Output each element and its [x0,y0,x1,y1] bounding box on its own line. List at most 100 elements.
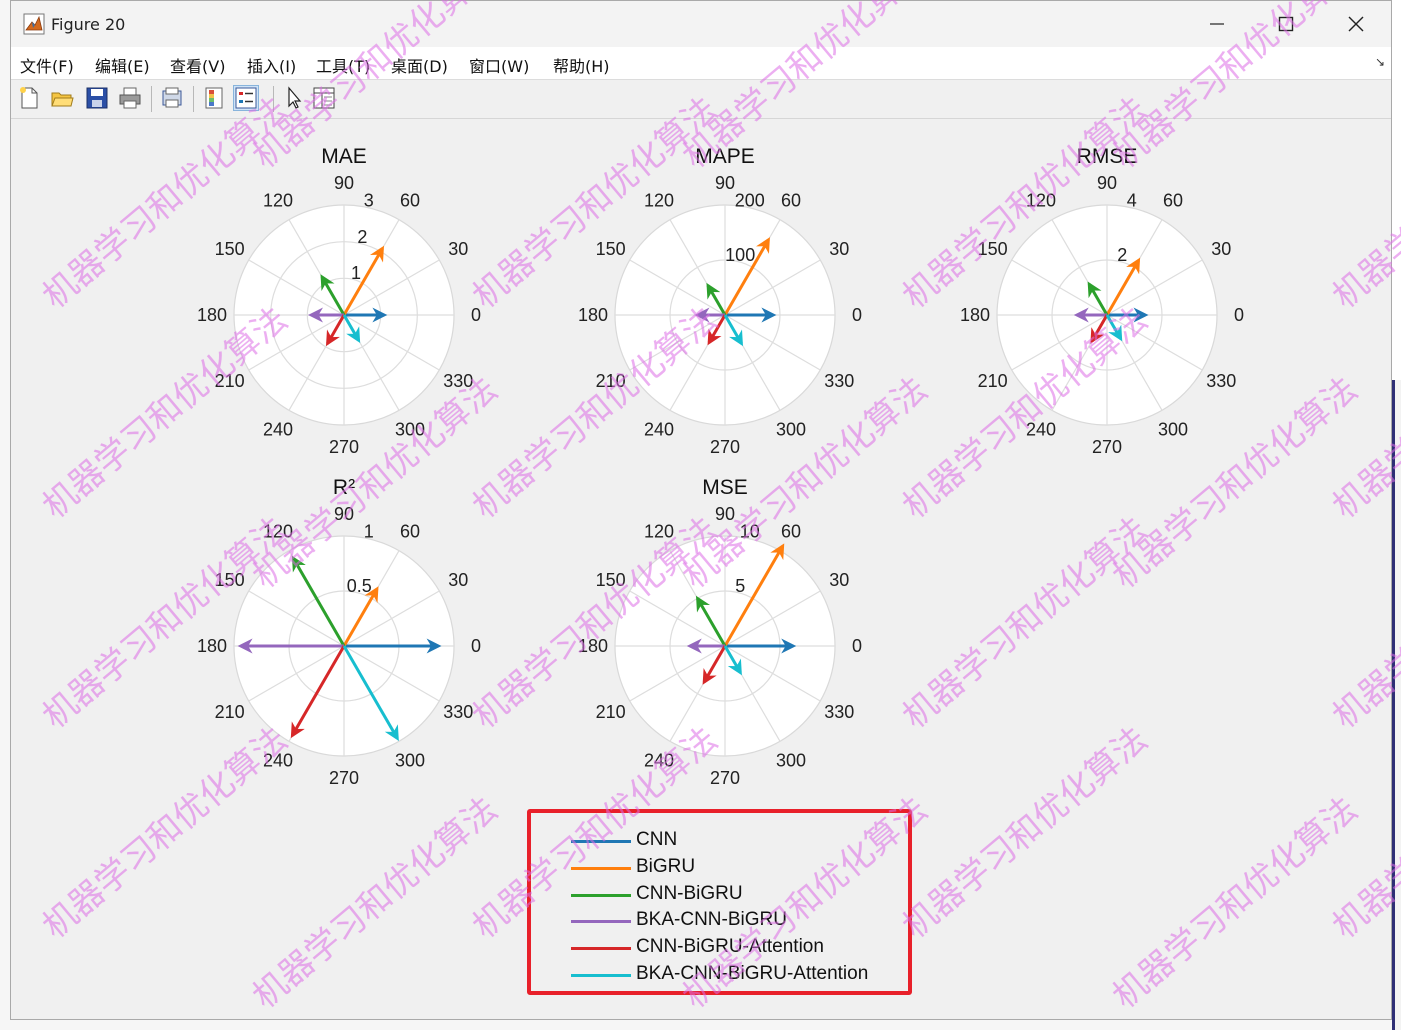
minimize-icon [1210,23,1224,25]
title-bar[interactable]: Figure 20 [11,1,1391,47]
polar-chart-3: 0.5 1 0 30 60 90 120 150 180 210 240 270 300 330 R² [197,476,481,788]
angle-tick-label: 210 [596,371,626,391]
angle-tick-label: 180 [578,636,608,656]
toolbar-separator [193,86,194,112]
legend[interactable]: CNN BiGRU CNN-BiGRU BKA-CNN-BiGRU CNN-Bi… [527,809,912,995]
chart-title: MSE [702,476,748,499]
angle-tick-label: 210 [215,371,245,391]
legend-line-cnn-bigru [571,894,631,897]
menu-bar: 文件(F) 编辑(E) 查看(V) 插入(I) 工具(T) 桌面(D) 窗口(W… [11,47,1391,80]
angle-tick-label: 90 [334,504,354,524]
radial-tick-label: 1 [351,263,361,283]
radial-tick-label: 200 [735,191,765,211]
radial-tick-label: 1 [364,522,374,542]
angle-tick-label: 180 [578,305,608,325]
toolbar-separator [151,86,152,112]
print-preview-icon[interactable] [159,85,185,111]
legend-label: CNN [636,829,678,850]
save-icon[interactable] [84,85,110,111]
angle-tick-label: 0 [852,305,862,325]
angle-tick-label: 150 [596,239,626,259]
angle-tick-label: 150 [215,570,245,590]
angle-tick-label: 210 [596,702,626,722]
angle-tick-label: 150 [596,570,626,590]
colorbar-icon[interactable] [201,85,227,111]
angle-tick-label: 60 [781,522,801,542]
radial-tick-label: 100 [725,245,755,265]
legend-line-bka-cnn-bigru-attention [571,974,631,977]
chart-title: MAPE [695,145,755,168]
menu-insert[interactable]: 插入(I) [247,53,296,77]
angle-tick-label: 330 [443,702,473,722]
angle-tick-label: 150 [215,239,245,259]
radial-tick-label: 10 [740,522,760,542]
angle-tick-label: 120 [263,522,293,542]
legend-line-bka-cnn-bigru [571,920,631,923]
menu-edit[interactable]: 编辑(E) [95,53,150,77]
angle-tick-label: 0 [471,636,481,656]
dock-arrow-icon[interactable]: ↘ [1375,55,1385,69]
angle-tick-label: 60 [781,191,801,211]
angle-tick-label: 210 [215,702,245,722]
close-button[interactable] [1333,7,1379,41]
menu-file[interactable]: 文件(F) [20,53,74,77]
minimize-button[interactable] [1194,7,1240,41]
property-editor-icon[interactable] [311,85,337,111]
open-file-icon[interactable] [49,85,75,111]
angle-tick-label: 300 [395,750,425,770]
menu-view[interactable]: 查看(V) [170,53,225,77]
menu-desktop[interactable]: 桌面(D) [391,53,448,77]
angle-tick-label: 240 [644,750,674,770]
angle-tick-label: 300 [776,419,806,439]
radial-tick-label: 0.5 [347,576,372,596]
angle-tick-label: 30 [448,239,468,259]
legend-line-cnn-bigru-attention [571,947,631,950]
angle-tick-label: 330 [824,371,854,391]
angle-tick-label: 270 [329,437,359,457]
legend-entry: BKA-CNN-BiGRU [571,909,901,933]
angle-tick-label: 330 [443,371,473,391]
matlab-icon [23,13,45,35]
toolbar-separator [273,86,274,112]
close-icon [1348,16,1364,32]
angle-tick-label: 30 [448,570,468,590]
radial-tick-label: 2 [357,227,367,247]
angle-tick-label: 300 [776,750,806,770]
legend-label: BKA-CNN-BiGRU [636,909,787,930]
angle-tick-label: 270 [1092,437,1122,457]
angle-tick-label: 120 [263,191,293,211]
toolbar [11,80,1391,119]
legend-label: CNN-BiGRU-Attention [636,936,824,957]
legend-label: CNN-BiGRU [636,883,743,904]
legend-entry: BiGRU [571,856,901,880]
print-icon[interactable] [117,85,143,111]
angle-tick-label: 60 [1163,191,1183,211]
angle-tick-label: 300 [395,419,425,439]
angle-tick-label: 90 [1097,173,1117,193]
angle-tick-label: 120 [644,522,674,542]
angle-tick-label: 300 [1158,419,1188,439]
angle-tick-label: 30 [829,570,849,590]
angle-tick-label: 240 [644,419,674,439]
legend-toggle-button[interactable] [233,85,259,111]
legend-entry: CNN-BiGRU-Attention [571,936,901,960]
chart-title: R² [333,476,355,499]
angle-tick-label: 0 [852,636,862,656]
angle-tick-label: 0 [471,305,481,325]
angle-tick-label: 30 [829,239,849,259]
angle-tick-label: 270 [710,437,740,457]
pointer-icon[interactable] [281,85,307,111]
chart-title: MAE [321,145,367,168]
chart-title: RMSE [1077,145,1138,168]
menu-help[interactable]: 帮助(H) [553,53,610,77]
figure-canvas: 1 2 3 0 30 60 90 120 150 180 210 240 270 300 330 MAE 100… [11,119,1391,1019]
angle-tick-label: 60 [400,191,420,211]
maximize-button[interactable] [1263,7,1309,41]
background-editor-strip [0,0,10,1030]
angle-tick-label: 270 [329,768,359,788]
menu-tools[interactable]: 工具(T) [316,53,370,77]
new-figure-icon[interactable] [16,85,42,111]
legend-entry: CNN [571,829,901,853]
menu-window[interactable]: 窗口(W) [469,53,529,77]
legend-label: BKA-CNN-BiGRU-Attention [636,963,869,984]
